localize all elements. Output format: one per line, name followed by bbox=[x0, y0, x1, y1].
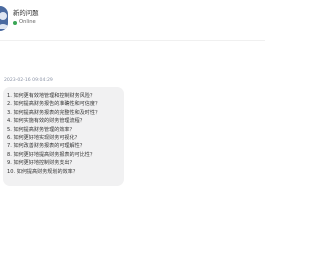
chat-header: 新的问题 Online bbox=[0, 0, 265, 40]
chat-window: 新的问题 Online 2023-02-16 09:04:29 1. 如何更有效… bbox=[0, 0, 265, 265]
avatar-silhouette bbox=[0, 12, 8, 29]
question-item: 9. 如何更好地控制财务支出？ bbox=[7, 160, 75, 167]
question-item: 1. 如何更有效地管理和控制财务风险？ bbox=[7, 93, 95, 99]
question-list: 1. 如何更有效地管理和控制财务风险？ 2. 如何提高财务报告的准确性和可信度？… bbox=[7, 92, 120, 176]
question-item: 4. 如何实施有效的财务管理流程？ bbox=[7, 118, 85, 125]
question-item: 8. 如何更好地提高财务报表的可比性？ bbox=[7, 151, 95, 158]
question-item: 10. 如何提高财务规划的效率？ bbox=[7, 168, 78, 175]
message-bubble: 1. 如何更有效地管理和控制财务风险？ 2. 如何提高财务报告的准确性和可信度？… bbox=[3, 87, 124, 186]
question-item: 6. 如何更好地实现财务可视化？ bbox=[7, 134, 80, 141]
question-item: 7. 如何改善财务报表的可理解性？ bbox=[7, 143, 85, 150]
question-item: 5. 如何提高财务管理的效率？ bbox=[7, 126, 75, 133]
status-text: Online bbox=[19, 19, 36, 25]
question-item: 3. 如何提高财务报表的完整性和及时性？ bbox=[7, 109, 101, 116]
chat-title: 新的问题 bbox=[13, 9, 39, 17]
header-divider bbox=[0, 40, 265, 41]
question-item: 2. 如何提高财务报告的准确性和可信度？ bbox=[7, 101, 101, 108]
status-dot-icon bbox=[13, 20, 17, 25]
message-timestamp: 2023-02-16 09:04:29 bbox=[4, 78, 53, 83]
user-avatar-icon[interactable] bbox=[0, 6, 8, 31]
